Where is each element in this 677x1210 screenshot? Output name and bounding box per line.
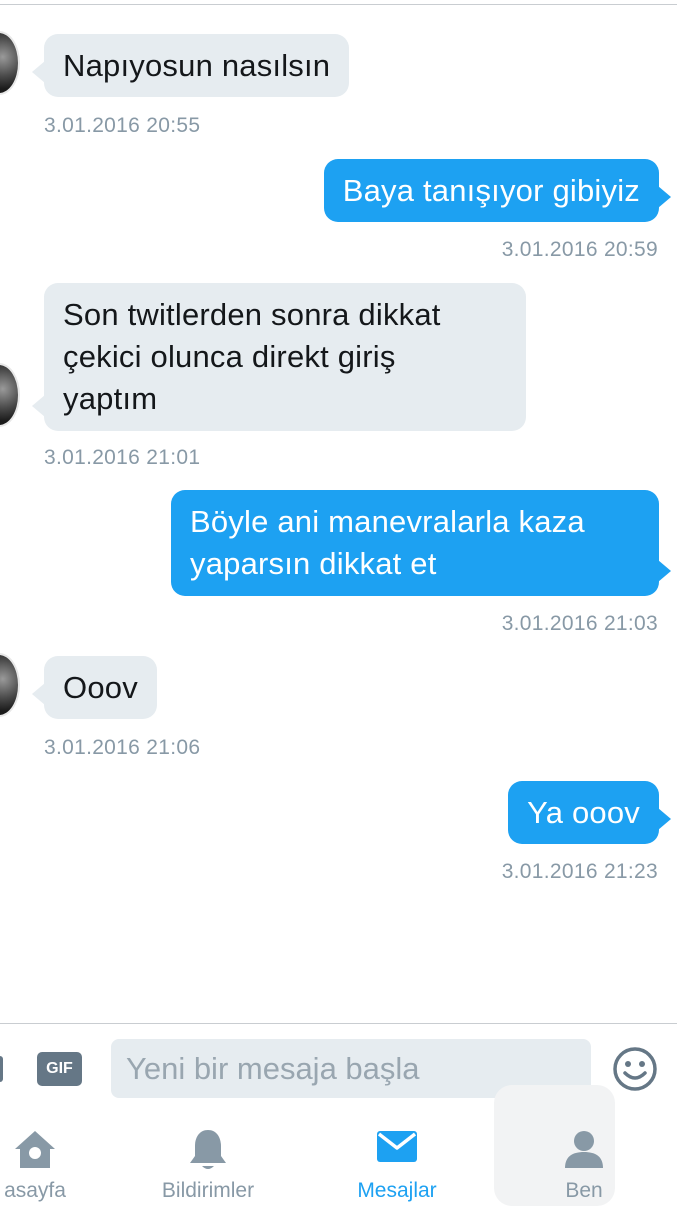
- envelope-icon: [376, 1128, 418, 1169]
- tab-messages[interactable]: Mesajlar: [342, 1100, 452, 1210]
- message-text-line: Böyle ani manevralarla kaza: [190, 504, 585, 539]
- message-text: Baya tanışıyor gibiyiz: [342, 173, 640, 208]
- avatar[interactable]: [0, 363, 20, 427]
- message-timestamp: 3.01.2016 21:23: [501, 860, 658, 883]
- tab-label: asayfa: [4, 1179, 66, 1202]
- message-timestamp: 3.01.2016 20:55: [44, 114, 201, 137]
- gif-button[interactable]: GIF: [37, 1052, 82, 1086]
- message-timestamp: 3.01.2016 21:03: [501, 612, 658, 635]
- message-bubble-outgoing: Baya tanışıyor gibiyiz: [323, 159, 672, 222]
- message-bubble-incoming: Napıyosun nasılsın: [31, 34, 350, 97]
- tab-label: Bildirimler: [161, 1179, 255, 1202]
- message-text: Ooov: [63, 670, 138, 705]
- message-text: Ya ooov: [527, 795, 640, 830]
- camera-icon[interactable]: [0, 1056, 3, 1082]
- message-text-line: Son twitlerden sonra dikkat: [63, 297, 441, 332]
- tab-label: Ben: [565, 1179, 603, 1202]
- top-divider: [0, 4, 677, 5]
- tab-home[interactable]: asayfa: [0, 1100, 90, 1210]
- message-bubble-incoming: Son twitlerden sonra dikkat çekici olunc…: [32, 283, 526, 431]
- message-text-line: yaparsın dikkat et: [190, 546, 437, 581]
- message-text-line: çekici olunca direkt giriş: [63, 339, 396, 374]
- tab-label: Mesajlar: [357, 1179, 437, 1202]
- avatar[interactable]: [0, 31, 20, 95]
- message-timestamp: 3.01.2016 21:01: [44, 446, 201, 469]
- message-bubble-outgoing: Ya ooov: [508, 781, 671, 844]
- message-timestamp: 3.01.2016 21:06: [44, 736, 201, 759]
- person-icon: [563, 1128, 605, 1175]
- composer-divider: [0, 1023, 677, 1024]
- smiley-icon[interactable]: [612, 1046, 658, 1092]
- message-text: Napıyosun nasılsın: [63, 48, 331, 83]
- home-icon: [12, 1128, 58, 1175]
- avatar[interactable]: [0, 653, 20, 717]
- tab-bar: asayfa Bildirimler Mesajlar Ben: [0, 1100, 677, 1210]
- tab-me[interactable]: Ben: [529, 1100, 639, 1210]
- bell-icon: [188, 1128, 228, 1177]
- message-bubble-outgoing: Böyle ani manevralarla kaza yaparsın dik…: [171, 490, 671, 596]
- message-text-line: yaptım: [63, 381, 158, 416]
- tab-notifications[interactable]: Bildirimler: [148, 1100, 268, 1210]
- message-timestamp: 3.01.2016 20:59: [501, 238, 658, 261]
- message-bubble-incoming: Ooov: [32, 656, 157, 719]
